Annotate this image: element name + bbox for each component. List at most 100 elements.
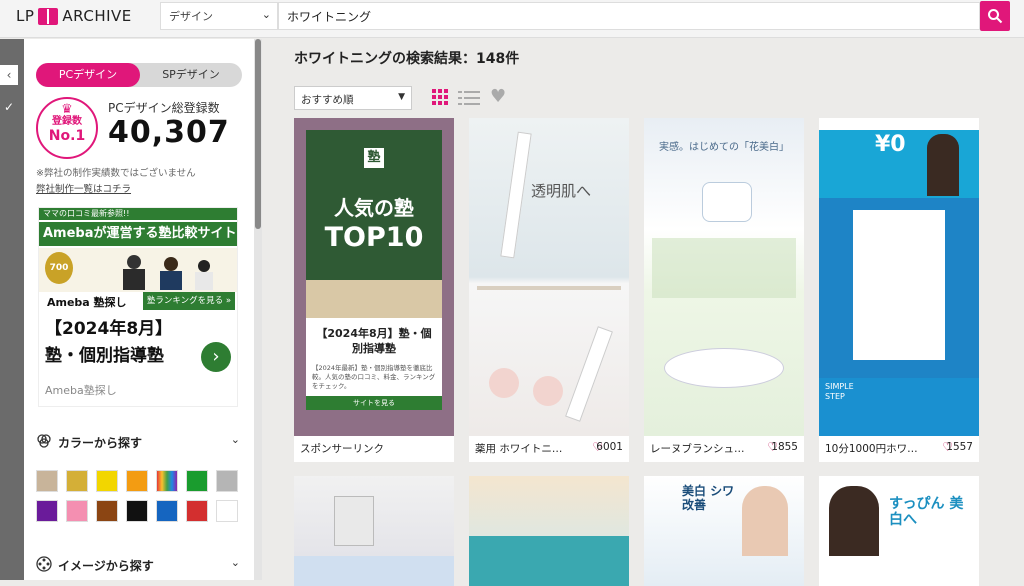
toggle-sp-design[interactable]: SPデザイン (140, 63, 242, 87)
model-image (927, 134, 959, 196)
color-swatch[interactable] (36, 470, 58, 492)
top-bar: LP ARCHIVE デザイン ⌄ ホワイトニング (0, 0, 1024, 38)
category-select[interactable]: デザイン ⌄ (160, 2, 278, 30)
content-panel (853, 210, 945, 360)
ad-award-badge: 700 (45, 252, 73, 284)
sidebar-ad[interactable]: ママの口コミ最新参照!! Amebaが運営する塾比較サイト 700 Ameba … (38, 207, 238, 407)
card-caption: レーヌブランシュ ホ… ♡ 1855 (644, 436, 804, 460)
color-swatch[interactable] (216, 500, 238, 522)
result-card[interactable] (469, 476, 629, 586)
result-card[interactable]: 美白 シワ改善 (644, 476, 804, 586)
result-card[interactable]: 塾 人気の塾 TOP10 【2024年8月】塾・個別指導塾 【2024年最新】塾… (294, 118, 454, 462)
card2-copy: 透明肌へ (531, 182, 592, 200)
result-card[interactable]: ¥0 SIMPLE STEP 10分1000円ホワイト… ♡ 1557 (819, 118, 979, 462)
sponsor-logo: 塾 (364, 148, 384, 168)
steps-label: SIMPLE STEP (825, 382, 854, 401)
chevron-left-icon: ‹ (6, 68, 12, 82)
color-swatch[interactable] (216, 470, 238, 492)
search-input[interactable]: ホワイトニング (278, 2, 980, 30)
sidebar: PCデザイン SPデザイン ♛ 登録数 No.1 PCデザイン総登録数 40,3… (24, 39, 254, 580)
card-thumbnail: 実感。はじめての「花美白」 (644, 118, 804, 436)
check-icon: ✓ (3, 100, 15, 114)
logo[interactable]: LP ARCHIVE (16, 7, 132, 25)
ad-people-image (123, 255, 213, 290)
disclaimer-note: ※弊社の制作実績数ではございません (36, 168, 196, 179)
chevron-down-icon: ⌄ (230, 433, 240, 446)
search-icon (988, 9, 1003, 24)
model-image (742, 486, 788, 556)
check-mode-button[interactable]: ✓ (0, 97, 18, 117)
color-swatch[interactable] (156, 470, 178, 492)
result-card[interactable]: すっぴん 美白へ (819, 476, 979, 586)
palette-icon (37, 434, 51, 448)
card3-copy: 実感。はじめての「花美白」 (659, 142, 789, 153)
ad-cta-button[interactable]: 塾ランキングを見る » (143, 292, 235, 310)
row2-copy: すっぴん 美白へ (889, 496, 964, 528)
card-caption: スポンサーリンク (294, 436, 454, 460)
registration-badge: ♛ 登録数 No.1 (36, 97, 98, 159)
like-count: 1557 (946, 441, 973, 453)
search-input-value: ホワイトニング (287, 10, 372, 24)
caret-down-icon: ▼ (398, 92, 405, 102)
total-label: PCデザイン総登録数 (108, 101, 220, 115)
color-search-section[interactable]: カラーから探す ⌄ (36, 432, 242, 452)
feature-circle (533, 376, 563, 406)
grid-view-icon[interactable] (432, 89, 448, 105)
collapse-sidebar-button[interactable]: ‹ (0, 65, 18, 85)
card-thumbnail: 透明肌へ (469, 118, 629, 436)
color-swatch[interactable] (36, 500, 58, 522)
leaf-image (652, 238, 796, 298)
image-search-section[interactable]: イメージから探す ⌄ (36, 555, 242, 575)
ad-title: 【2024年8月】塾・個別指導塾 (45, 319, 173, 366)
card-title: レーヌブランシュ ホ… (650, 443, 746, 455)
clinic-banner (469, 536, 629, 586)
card-caption: 10分1000円ホワイト… ♡ 1557 (819, 436, 979, 460)
color-swatch[interactable] (156, 500, 178, 522)
color-swatch[interactable] (186, 500, 208, 522)
badge-rank: No.1 (48, 128, 86, 144)
like-count: 1855 (771, 441, 798, 453)
sort-select-value: おすすめ順 (301, 94, 354, 106)
sponsor-desc: 【2024年最新】塾・個別指導塾を徹底比較。人気の塾の口コミ、料金、ランキングを… (312, 364, 436, 390)
crown-icon: ♛ (61, 102, 73, 117)
logo-text-lp: LP (16, 7, 35, 25)
ad-go-button[interactable]: › (201, 342, 231, 372)
result-card[interactable]: 実感。はじめての「花美白」 レーヌブランシュ ホ… ♡ 1855 (644, 118, 804, 462)
color-swatch[interactable] (96, 500, 118, 522)
price-text: ¥0 (875, 132, 906, 157)
sidebar-scroll-thumb[interactable] (255, 39, 261, 229)
color-swatch[interactable] (96, 470, 118, 492)
toggle-pc-design[interactable]: PCデザイン (36, 63, 140, 87)
badge-label: 登録数 (52, 116, 82, 127)
result-card[interactable] (294, 476, 454, 586)
desk-image (306, 280, 442, 318)
chevron-down-icon: ⌄ (230, 556, 240, 569)
sponsor-creative: 塾 人気の塾 TOP10 【2024年8月】塾・個別指導塾 【2024年最新】塾… (306, 130, 442, 410)
sort-select[interactable]: おすすめ順 ▼ (294, 86, 412, 110)
product-box-image (334, 496, 374, 546)
category-select-value: デザイン (169, 10, 213, 23)
device-toggle: PCデザイン SPデザイン (36, 63, 242, 87)
works-link[interactable]: 弊社制作一覧はコチラ (36, 181, 131, 195)
color-swatch[interactable] (66, 470, 88, 492)
color-swatch[interactable] (186, 470, 208, 492)
like-count: 6001 (596, 441, 623, 453)
model-image (829, 486, 879, 556)
thumb-bottom (294, 556, 454, 586)
list-view-icon[interactable] (458, 91, 480, 105)
card-title: 薬用 ホワイトニング… (475, 443, 571, 455)
favorites-heart-icon[interactable]: ♥ (490, 87, 510, 107)
product-tube-image (565, 326, 613, 422)
result-card[interactable]: 透明肌へ 薬用 ホワイトニング… ♡ 6001 (469, 118, 629, 462)
color-swatch[interactable] (126, 500, 148, 522)
product-tube-image (500, 131, 532, 259)
ad-source: Ameba塾探し (45, 384, 117, 397)
color-swatch[interactable] (126, 470, 148, 492)
film-reel-icon (36, 556, 52, 572)
sponsor-button[interactable]: サイトを見る (306, 396, 442, 410)
result-title: ホワイトニングの検索結果：148件 (294, 51, 520, 67)
search-button[interactable] (980, 1, 1010, 31)
image-search-label: イメージから探す (58, 559, 154, 573)
color-swatch[interactable] (66, 500, 88, 522)
sponsor-sub: 【2024年8月】塾・個別指導塾 (316, 327, 432, 355)
